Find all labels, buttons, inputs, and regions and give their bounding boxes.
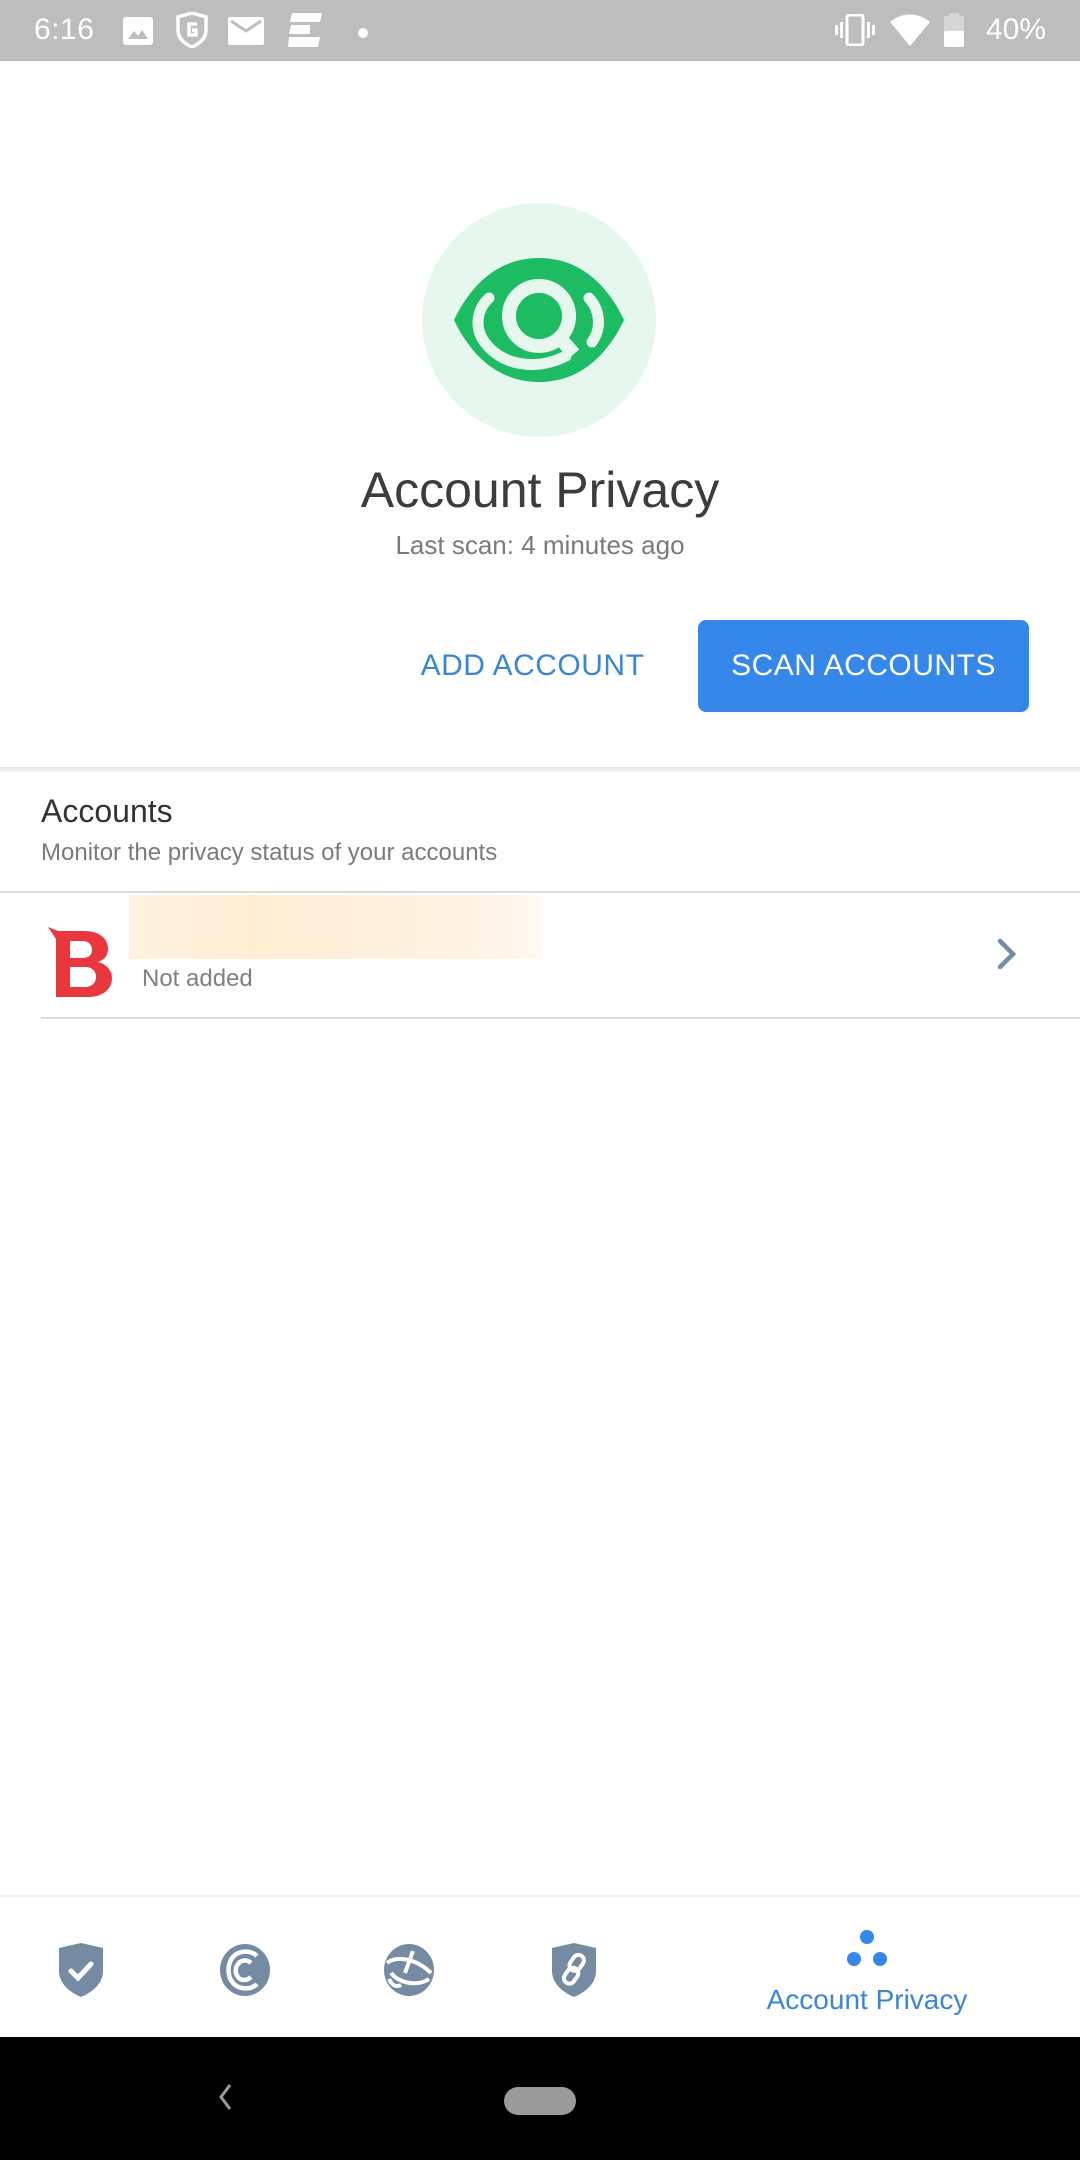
g-shield-icon xyxy=(176,11,208,53)
nav-item-c[interactable] xyxy=(164,1897,328,2037)
status-time: 6:16 xyxy=(34,13,95,46)
status-bar: 6:16 40% xyxy=(0,0,1080,61)
nav-item-web[interactable] xyxy=(328,1897,492,2037)
shield-check-icon xyxy=(59,1943,103,1997)
dot-icon xyxy=(358,25,368,43)
news-icon xyxy=(288,13,322,52)
shield-link-icon xyxy=(552,1943,596,1997)
chevron-right-icon xyxy=(996,937,1018,976)
account-status: Not added xyxy=(142,965,253,992)
nav-item-link-protection[interactable] xyxy=(492,1897,656,2037)
image-icon xyxy=(122,16,154,51)
nav-item-protection[interactable] xyxy=(0,1897,164,2037)
back-icon[interactable] xyxy=(218,2083,232,2116)
last-scan-text: Last scan: 4 minutes ago xyxy=(395,530,685,560)
nav-item-account-privacy[interactable]: Account Privacy xyxy=(700,1897,1034,2037)
battery-icon xyxy=(944,13,964,52)
section-divider xyxy=(0,767,1080,772)
page-title: Account Privacy xyxy=(360,462,720,518)
vibrate-icon xyxy=(835,13,875,51)
accounts-section-subtitle: Monitor the privacy status of your accou… xyxy=(41,839,498,866)
eye-search-icon xyxy=(454,258,624,382)
account-name-redacted xyxy=(129,895,542,959)
bottom-navigation: Account Privacy xyxy=(0,1895,1080,2037)
globe-icon xyxy=(384,1944,434,1996)
three-dots-icon xyxy=(847,1930,887,1966)
home-pill-button[interactable] xyxy=(504,2087,576,2115)
mail-icon xyxy=(228,17,264,50)
row-divider xyxy=(41,1017,1080,1019)
nav-label-account-privacy: Account Privacy xyxy=(766,1984,968,2015)
system-navigation-bar xyxy=(0,2037,1080,2160)
account-list-item[interactable]: Not added xyxy=(0,893,1080,1017)
wifi-icon xyxy=(890,14,930,51)
bitdefender-logo-icon xyxy=(48,927,112,997)
accounts-section-title: Accounts xyxy=(41,793,173,829)
account-privacy-logo xyxy=(422,203,656,437)
c-circle-icon xyxy=(220,1944,270,1996)
scan-accounts-button[interactable]: SCAN ACCOUNTS xyxy=(698,620,1029,712)
add-account-button[interactable]: ADD ACCOUNT xyxy=(405,620,660,712)
battery-percentage: 40% xyxy=(986,13,1047,46)
